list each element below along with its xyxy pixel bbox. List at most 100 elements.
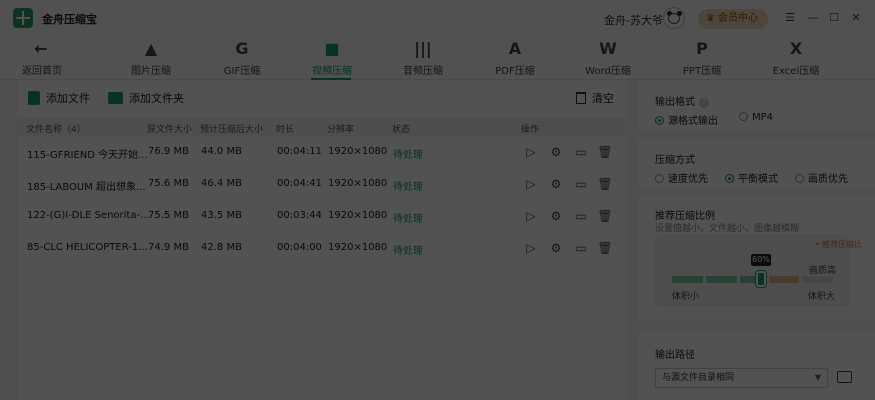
status-badge: 待处理 — [393, 246, 423, 257]
size-big-label: 体积大 — [808, 292, 836, 302]
radio-mp4[interactable]: MP4 — [739, 112, 773, 123]
trash-icon — [576, 92, 586, 104]
add-folder-label: 添加文件夹 — [129, 92, 184, 105]
image-icon: ▲ — [144, 39, 158, 58]
est-size: 44.0 MB — [201, 146, 242, 157]
add-file-button[interactable]: 添加文件 — [28, 90, 90, 106]
radio-speed-first[interactable]: 速度优先 — [655, 170, 708, 185]
settings-icon[interactable]: ⚙ — [548, 144, 564, 160]
ratio-slider-handle[interactable] — [756, 271, 766, 287]
col-resolution: 分辨率 — [327, 125, 355, 135]
title-bar: 金舟压缩宝 金舟-苏大爷 ♛ 会员中心 ☰ — ☐ ✕ — [0, 0, 875, 36]
col-orig-size: 原文件大小 — [147, 125, 193, 135]
radio-dot — [655, 174, 664, 183]
play-icon[interactable]: ▷ — [523, 176, 539, 192]
resolution: 1920×1080 — [328, 178, 388, 189]
audio-icon: ||| — [414, 39, 432, 58]
play-icon[interactable]: ▷ — [523, 144, 539, 160]
ratio-value-tooltip: 60% — [751, 254, 771, 266]
recommend-label: • 推荐压缩比 — [815, 240, 863, 249]
trash-icon[interactable]: 🗑 — [597, 240, 613, 256]
settings-icon[interactable]: ⚙ — [548, 208, 564, 224]
tool-back-home[interactable]: ← 返回首页 — [22, 39, 62, 79]
tool-label: Excel压缩 — [772, 66, 820, 77]
play-icon[interactable]: ▷ — [523, 240, 539, 256]
table-row[interactable]: 85-CLC HELICOPTER-1... 74.9 MB 42.8 MB 0… — [18, 232, 627, 264]
tool-word-compress[interactable]: W Word压缩 — [584, 39, 632, 79]
slider-segment — [802, 276, 833, 283]
tool-label: GIF压缩 — [223, 66, 261, 77]
orig-size: 74.9 MB — [148, 242, 189, 253]
tool-label: Word压缩 — [585, 66, 631, 77]
tool-gif-compress[interactable]: G GIF压缩 — [219, 39, 265, 79]
size-small-label: 体积小 — [672, 292, 700, 302]
crown-icon: ♛ — [706, 13, 715, 24]
trash-icon[interactable]: 🗑 — [597, 144, 613, 160]
status-badge: 待处理 — [393, 182, 423, 193]
add-file-icon — [28, 91, 40, 105]
vip-label: 会员中心 — [717, 13, 758, 24]
tool-ppt-compress[interactable]: P PPT压缩 — [681, 39, 723, 79]
status-badge: 待处理 — [393, 214, 423, 225]
col-est-size: 预计压缩后大小 — [200, 125, 264, 135]
add-folder-button[interactable]: 添加文件夹 — [108, 90, 184, 106]
table-header: 文件名称（4） 原文件大小 预计压缩后大小 时长 分辨率 状态 操作 — [18, 118, 627, 136]
folder-icon[interactable]: ▭ — [573, 208, 589, 224]
username[interactable]: 金舟-苏大爷 — [604, 12, 663, 28]
chevron-down-icon: ▼ — [814, 373, 821, 382]
radio-dot — [739, 112, 748, 121]
pdf-icon: A — [508, 39, 522, 58]
tool-audio-compress[interactable]: ||| 音频压缩 — [401, 39, 445, 79]
menu-icon[interactable]: ☰ — [783, 11, 797, 25]
row-actions: ▷ ⚙ ▭ 🗑 — [523, 176, 623, 192]
duration: 00:03:44 — [277, 210, 322, 221]
compress-mode-title: 压缩方式 — [655, 155, 695, 166]
table-row[interactable]: 122-(G)I-DLE Senorita-... 75.5 MB 43.5 M… — [18, 200, 627, 232]
row-actions: ▷ ⚙ ▭ 🗑 — [523, 208, 623, 224]
settings-icon[interactable]: ⚙ — [548, 240, 564, 256]
tool-label: 返回首页 — [22, 66, 62, 77]
radio-source-format[interactable]: 源格式输出 — [655, 112, 718, 127]
radio-label: 平衡模式 — [738, 174, 778, 185]
panda-icon — [668, 13, 680, 24]
table-row[interactable]: 185-LABOUM 超出想象... 75.6 MB 46.4 MB 00:04… — [18, 168, 627, 200]
tool-video-compress[interactable]: ■ 视频压缩 — [310, 39, 354, 79]
help-icon[interactable]: ? — [699, 98, 709, 108]
back-arrow-icon: ← — [34, 39, 48, 58]
tool-pdf-compress[interactable]: A PDF压缩 — [493, 39, 537, 79]
file-name: 85-CLC HELICOPTER-1... — [27, 242, 148, 253]
clear-label: 清空 — [592, 92, 614, 105]
output-format-title: 输出格式? — [655, 93, 709, 108]
output-path-select[interactable]: 与源文件目录相同 ▼ — [655, 368, 828, 388]
settings-icon[interactable]: ⚙ — [548, 176, 564, 192]
file-name: 122-(G)I-DLE Senorita-... — [27, 210, 150, 221]
maximize-icon[interactable]: ☐ — [827, 11, 841, 25]
folder-icon[interactable]: ▭ — [573, 240, 589, 256]
col-status: 状态 — [392, 125, 411, 135]
minimize-icon[interactable]: — — [806, 11, 820, 25]
radio-quality-first[interactable]: 画质优先 — [795, 170, 848, 185]
table-row[interactable]: 115-GFRIEND 今天开始... 76.9 MB 44.0 MB 00:0… — [18, 136, 627, 168]
add-file-label: 添加文件 — [46, 92, 90, 105]
tool-image-compress[interactable]: ▲ 图片压缩 — [130, 39, 172, 79]
duration: 00:04:41 — [277, 178, 322, 189]
output-path-title: 输出路径 — [655, 350, 695, 361]
col-name: 文件名称（4） — [26, 125, 86, 135]
folder-icon[interactable]: ▭ — [573, 176, 589, 192]
avatar[interactable] — [663, 7, 685, 29]
close-icon[interactable]: ✕ — [849, 11, 863, 25]
trash-icon[interactable]: 🗑 — [597, 208, 613, 224]
browse-folder-icon[interactable] — [837, 371, 852, 383]
play-icon[interactable]: ▷ — [523, 208, 539, 224]
col-actions: 操作 — [521, 125, 540, 135]
quality-high-label: 画质高 — [809, 266, 837, 276]
folder-icon[interactable]: ▭ — [573, 144, 589, 160]
status-badge: 待处理 — [393, 150, 423, 161]
orig-size: 75.6 MB — [148, 178, 189, 189]
tool-excel-compress[interactable]: X Excel压缩 — [772, 39, 820, 79]
clear-button[interactable]: 清空 — [576, 90, 614, 106]
trash-icon[interactable]: 🗑 — [597, 176, 613, 192]
vip-center-button[interactable]: ♛ 会员中心 — [698, 9, 768, 29]
radio-balanced[interactable]: 平衡模式 — [725, 170, 778, 185]
file-actions: 添加文件 添加文件夹 清空 — [18, 80, 627, 114]
